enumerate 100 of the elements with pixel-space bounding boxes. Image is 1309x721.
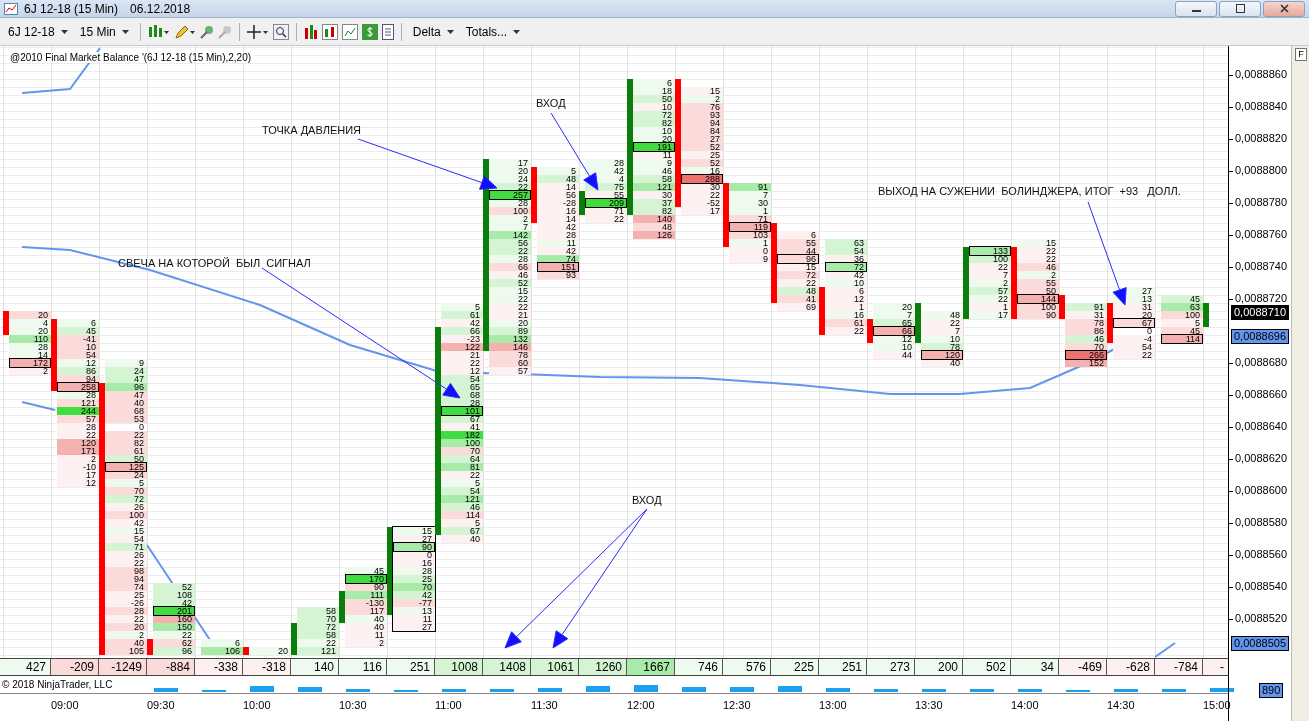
volume-cell: 72 — [777, 271, 819, 279]
annotation-text: ВХОД — [632, 494, 662, 506]
caret-icon — [446, 29, 454, 34]
volume-cell: 72 — [297, 623, 339, 631]
zoom-icon[interactable] — [272, 23, 289, 40]
volume-cell: 2 — [681, 95, 723, 103]
dollar-icon[interactable] — [361, 23, 378, 40]
volume-cell: 121 — [633, 183, 675, 191]
volume-cell: 70 — [297, 615, 339, 623]
volume-cell: 68 — [105, 407, 147, 415]
volume-cell: 1 — [729, 239, 771, 247]
volume-cell: 82 — [105, 439, 147, 447]
volume-cell: 140 — [633, 215, 675, 223]
volume-cell: 5 — [105, 479, 147, 487]
delta-cell: 225 — [771, 659, 819, 675]
volume-cell: 44 — [873, 351, 915, 359]
volume-cell: 15 — [1017, 239, 1059, 247]
volume-cell: 106 — [201, 647, 243, 655]
price-marker: 0,0088696 — [1231, 329, 1289, 344]
volume-cell: 58 — [297, 607, 339, 615]
volume-cell: 17 — [969, 311, 1011, 319]
volume-cell: 22 — [777, 279, 819, 287]
volume-cell: 10 — [633, 103, 675, 111]
volume-cell: 12 — [873, 335, 915, 343]
caret-icon — [513, 29, 521, 34]
volume-cell: 82 — [633, 207, 675, 215]
price-label: 0,0088740 — [1235, 260, 1287, 272]
chart-options-button[interactable]: F — [1295, 48, 1307, 61]
pin-icon[interactable] — [199, 24, 214, 39]
toolbar-dropdown[interactable]: Delta — [408, 22, 458, 41]
volume-cell: 40 — [105, 639, 147, 647]
candlestick-icon[interactable] — [147, 24, 170, 39]
volume-cell: 76 — [681, 103, 723, 111]
volume-cell: 0 — [393, 551, 435, 559]
line-chart-icon[interactable] — [341, 23, 358, 40]
volume-cell: 72 — [633, 111, 675, 119]
price-label: 0,0088800 — [1235, 164, 1287, 176]
volume-cell: 54 — [441, 487, 483, 495]
volume-cell: 9 — [729, 255, 771, 263]
minimize-button[interactable] — [1175, 0, 1217, 17]
instrument-dropdown[interactable]: 6J 12-18 — [4, 22, 72, 41]
volume-cell: 152 — [1065, 359, 1107, 367]
volume-cell: 2 — [105, 631, 147, 639]
volume-cell: 7 — [729, 191, 771, 199]
copyright-text: © 2018 NinjaTrader, LLC — [2, 679, 113, 690]
volume-cell: 100 — [489, 207, 531, 215]
crosshair-icon[interactable] — [246, 24, 269, 39]
volume-cell: 45 — [1161, 295, 1203, 303]
volume-cell: 98 — [105, 567, 147, 575]
delta-cell: 1260 — [579, 659, 627, 675]
window-date: 06.12.2018 — [130, 1, 191, 16]
volume-cell: 48 — [633, 223, 675, 231]
volume-cell: 120 — [921, 350, 963, 360]
document-icon[interactable] — [381, 23, 394, 40]
volume-cell: 25 — [681, 151, 723, 159]
bollinger-band-line — [21, 401, 56, 411]
volume-cell: 62 — [153, 639, 195, 647]
volume-cell: 121 — [57, 399, 99, 407]
volume-cell: 133 — [969, 246, 1011, 256]
volume-cell: 126 — [633, 231, 675, 239]
volume-marker: 890 — [1259, 683, 1284, 698]
volume-cell: 100 — [1161, 311, 1203, 319]
volume-cell: 1 — [729, 207, 771, 215]
maximize-button[interactable] — [1219, 0, 1261, 17]
close-icon — [1279, 4, 1289, 13]
volume-cell: 100 — [969, 255, 1011, 263]
volume-cell: 122 — [441, 343, 483, 351]
pencil-icon[interactable] — [173, 24, 196, 39]
close-button[interactable] — [1263, 0, 1305, 17]
volume-cell: 30 — [681, 183, 723, 191]
volume-cell: 146 — [489, 343, 531, 351]
volume-cell: 144 — [1017, 294, 1059, 304]
volume-cell: 42 — [105, 519, 147, 527]
indicator-label: @2010 Final Market Balance '(6J 12-18 (15 Min),2,20) — [8, 52, 254, 63]
volume-cell: 28 — [393, 567, 435, 575]
volume-cell: 61 — [441, 311, 483, 319]
volume-cell: 84 — [681, 127, 723, 135]
volume-cell: 46 — [633, 167, 675, 175]
volume-cell: 6 — [633, 79, 675, 87]
volume-cell: 114 — [441, 511, 483, 519]
bar-chart-icon[interactable] — [321, 23, 338, 40]
volume-cell: 60 — [489, 359, 531, 367]
volume-cell: 46 — [441, 503, 483, 511]
volume-cell: 64 — [441, 455, 483, 463]
toolbar-dropdown[interactable]: Totals... — [461, 22, 525, 41]
volume-cell: 70 — [393, 583, 435, 591]
delta-cell: 1408 — [483, 659, 531, 675]
volume-cell: 40 — [345, 615, 387, 623]
window-title: 6J 12-18 (15 Min) — [24, 1, 119, 16]
interval-dropdown[interactable]: 15 Min — [75, 22, 133, 41]
volume-cell: 12 — [57, 479, 99, 487]
volume-cell: 24 — [105, 367, 147, 375]
volume-cell: 54 — [57, 351, 99, 359]
volume-cell: -41 — [57, 335, 99, 343]
bar-chart-icon[interactable] — [303, 24, 318, 39]
volume-cell: 41 — [777, 295, 819, 303]
volume-cell: 6 — [201, 639, 243, 647]
volume-cell: 54 — [441, 375, 483, 383]
volume-cell: 42 — [825, 271, 867, 279]
delta-cell: 1061 — [531, 659, 579, 675]
